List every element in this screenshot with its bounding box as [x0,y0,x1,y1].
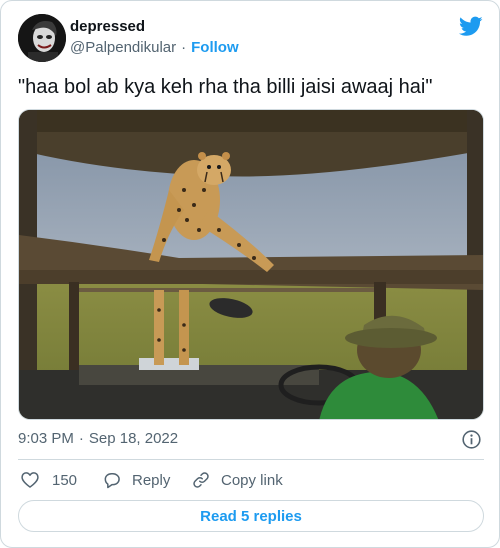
like-button[interactable]: 150 [20,469,77,491]
author-handle[interactable]: @Palpendikular [70,39,176,56]
reply-bubble-icon [104,473,120,489]
tweet-media-image[interactable] [18,109,484,420]
author-handle-row: @Palpendikular · Follow [70,39,239,56]
twitter-bird-icon[interactable] [459,16,483,37]
reply-label: Reply [132,471,171,489]
copy-link-label: Copy link [221,471,283,489]
tweet-date: Sep 18, 2022 [88,430,179,447]
tweet-timestamp[interactable]: 9:03 PM · Sep 18, 2022 [18,430,178,447]
heart-icon [21,472,39,488]
link-icon [193,472,209,488]
info-icon[interactable] [461,429,482,450]
follow-button[interactable]: Follow [191,39,239,56]
author-name[interactable]: depressed [70,18,145,35]
divider [18,459,484,460]
copy-link-button[interactable]: Copy link [191,469,283,491]
tweet-time: 9:03 PM [18,430,74,447]
separator-dot: · [181,39,187,56]
tweet-text: "haa bol ab kya keh rha tha billi jaisi … [18,76,433,98]
cheetah-safari-photo [19,110,483,419]
reply-button[interactable]: Reply [102,469,170,491]
avatar[interactable] [18,14,66,62]
read-replies-button[interactable]: Read 5 replies [18,500,484,532]
tweet-card: depressed @Palpendikular · Follow "haa bol… [0,0,500,548]
like-count: 150 [52,471,78,489]
separator-dot: · [78,430,84,447]
avatar-image [18,14,66,62]
